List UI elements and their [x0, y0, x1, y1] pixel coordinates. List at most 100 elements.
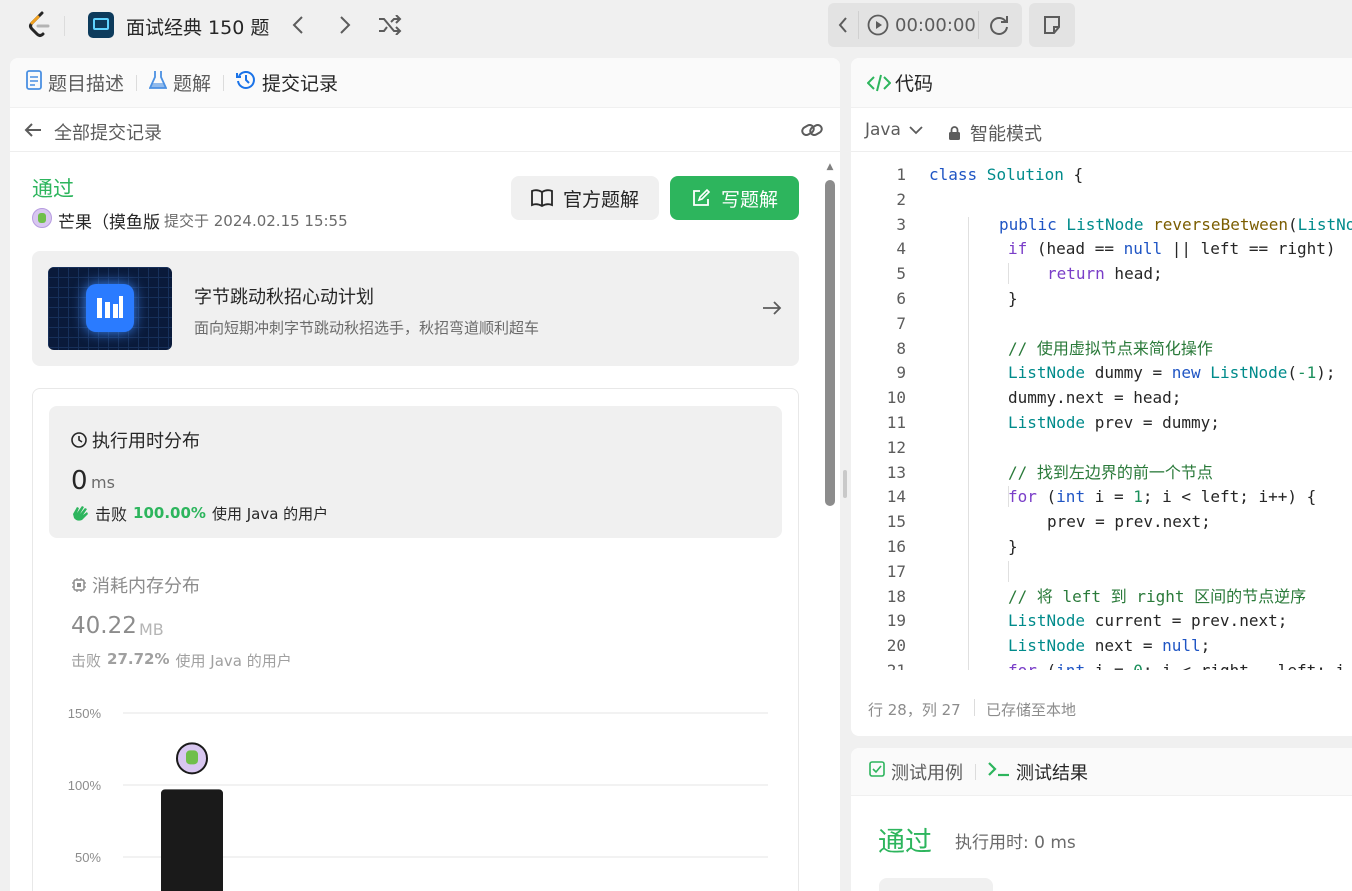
code-line[interactable]: 2	[851, 188, 1352, 213]
test-result-status: 通过	[878, 827, 932, 858]
line-number: 10	[886, 388, 906, 408]
code-line[interactable]: 19 ListNode current = prev.next;	[851, 609, 1352, 634]
scrollbar[interactable]: ▲	[825, 162, 835, 891]
promo-banner[interactable]: 字节跳动秋招心动计划 面向短期冲刺字节跳动秋招选手，秋招弯道顺利超车	[32, 251, 799, 366]
leetcode-logo-icon[interactable]	[26, 10, 54, 40]
code-line[interactable]: 1 class Solution {	[851, 163, 1352, 188]
scrollbar-thumb[interactable]	[825, 180, 835, 506]
banner-subtitle: 面向短期冲刺字节跳动秋招选手，秋招弯道顺利超车	[194, 319, 540, 337]
code-line[interactable]: 20 ListNode next = null;	[851, 634, 1352, 659]
clock-icon	[71, 432, 87, 448]
code-line[interactable]: 10 dummy.next = head;	[851, 386, 1352, 411]
submission-panel: 题目描述 题解 提交记录 全部提交记录 通过 芒果（摸鱼版 提交于 2024.0…	[10, 58, 840, 891]
reset-timer-icon[interactable]	[986, 13, 1012, 37]
code-line[interactable]: 21 for (int i = 0; i < right - left; i	[851, 659, 1352, 670]
link-icon[interactable]	[800, 119, 824, 141]
button-label: 官方题解	[562, 188, 639, 211]
chevron-left-icon[interactable]	[286, 12, 310, 38]
line-number: 6	[896, 289, 906, 308]
problem-list-title[interactable]: 面试经典 150 题	[126, 13, 269, 40]
code-line[interactable]: 9 ListNode dummy = new ListNode(-1);	[851, 361, 1352, 386]
test-result-runtime: 执行用时: 0 ms	[955, 833, 1076, 853]
code-line[interactable]: 8 // 使用虚拟节点来简化操作	[851, 337, 1352, 362]
line-number: 13	[886, 462, 906, 482]
chart-bar[interactable]	[161, 789, 223, 891]
code-text: class Solution {	[929, 165, 1084, 184]
memory-heading: 消耗内存分布	[71, 572, 200, 598]
submission-subheader: 全部提交记录	[10, 108, 840, 152]
code-line[interactable]: 5 return head;	[851, 262, 1352, 287]
code-line[interactable]: 14 for (int i = 1; i < left; i++) {	[851, 485, 1352, 510]
panel-tabs: 题目描述 题解 提交记录	[10, 58, 840, 108]
tab-submissions[interactable]: 提交记录	[236, 69, 338, 96]
tab-description[interactable]: 题目描述	[26, 69, 124, 96]
chevron-right-icon[interactable]	[333, 12, 357, 38]
code-text: }	[1008, 537, 1018, 556]
line-number: 20	[886, 636, 906, 656]
line-number: 4	[896, 239, 906, 259]
editor-mode[interactable]: 智能模式	[948, 120, 1042, 146]
chip-icon	[71, 577, 87, 593]
beat-percent: 27.72%	[107, 650, 170, 668]
code-line[interactable]: 12	[851, 436, 1352, 461]
code-text: return head;	[1047, 264, 1163, 284]
beat-prefix: 击败	[95, 505, 128, 524]
memory-block[interactable]: 消耗内存分布 40.22 MB 击败 27.72% 使用 Java 的用户	[49, 556, 782, 676]
test-case-chip[interactable]	[879, 878, 993, 891]
code-text: dummy.next = head;	[1008, 388, 1182, 408]
collapse-timer-icon[interactable]	[832, 12, 854, 38]
clap-icon	[71, 504, 91, 522]
language-select[interactable]: Java	[865, 120, 923, 140]
cursor-position: 行 28，列 27	[868, 701, 961, 719]
language-value: Java	[865, 120, 901, 140]
notes-button[interactable]	[1029, 3, 1075, 47]
arrow-left-icon[interactable]	[22, 120, 44, 140]
tab-label: 题目描述	[48, 73, 125, 95]
code-line[interactable]: 4 if (head == null || left == right)	[851, 237, 1352, 262]
code-line[interactable]: 16}	[851, 535, 1352, 560]
scroll-up-icon[interactable]: ▲	[825, 162, 835, 174]
banner-title: 字节跳动秋招心动计划	[194, 287, 374, 308]
code-line[interactable]: 15 prev = prev.next;	[851, 510, 1352, 535]
shuffle-icon[interactable]	[376, 12, 404, 38]
tab-solutions[interactable]: 题解	[148, 69, 212, 96]
line-number: 16	[886, 537, 906, 556]
code-line[interactable]: 18 // 将 left 到 right 区间的节点逆序	[851, 585, 1352, 610]
line-number: 8	[896, 338, 906, 358]
user-name[interactable]: 芒果（摸鱼版	[58, 208, 160, 233]
avatar-figure	[186, 750, 198, 765]
tab-label: 提交记录	[262, 73, 339, 95]
panel-resizer-handle[interactable]	[843, 470, 847, 498]
beat-suffix: 使用 Java 的用户	[211, 504, 329, 523]
editor-toolbar: Java 智能模式	[851, 108, 1352, 152]
beat-prefix: 击败	[71, 652, 102, 670]
timer-group: 00:00:00	[828, 3, 1022, 47]
code-line[interactable]: 3 public ListNode reverseBetween(ListNode	[851, 213, 1352, 238]
divider	[978, 11, 979, 39]
line-number: 9	[896, 363, 906, 383]
code-text: // 使用虚拟节点来简化操作	[1008, 338, 1213, 358]
banner-image	[48, 267, 172, 350]
tab-testcases[interactable]: 测试用例	[869, 759, 963, 785]
tab-test-results[interactable]: 测试结果	[988, 759, 1088, 785]
stats-card: 执行用时分布 0 ms 击败 100.00% 使用 Java 的用户 消耗内存分…	[32, 388, 799, 891]
code-line[interactable]: 11 ListNode prev = dummy;	[851, 411, 1352, 436]
code-line[interactable]: 7	[851, 312, 1352, 337]
official-solution-button[interactable]: 官方题解	[511, 176, 659, 220]
code-line[interactable]: 17	[851, 560, 1352, 585]
code-editor[interactable]: 1 class Solution {2 3 public ListNode rever…	[851, 162, 1352, 670]
tab-label: 题解	[173, 73, 212, 95]
code-line[interactable]: 13 // 找到左边界的前一个节点	[851, 461, 1352, 486]
code-panel-title: 代码	[895, 73, 934, 95]
all-submissions-link[interactable]: 全部提交记录	[54, 119, 162, 145]
code-line[interactable]: 6}	[851, 287, 1352, 312]
runtime-value: 0	[71, 466, 88, 496]
memory-value: 40.22	[71, 613, 137, 639]
runtime-block[interactable]: 执行用时分布 0 ms 击败 100.00% 使用 Java 的用户	[49, 406, 782, 538]
beat-percent: 100.00%	[133, 504, 206, 522]
play-icon[interactable]	[866, 13, 890, 37]
divider	[223, 74, 225, 91]
avatar[interactable]	[32, 208, 52, 228]
write-solution-button[interactable]: 写题解	[670, 176, 799, 220]
runtime-heading: 执行用时分布	[71, 427, 200, 453]
